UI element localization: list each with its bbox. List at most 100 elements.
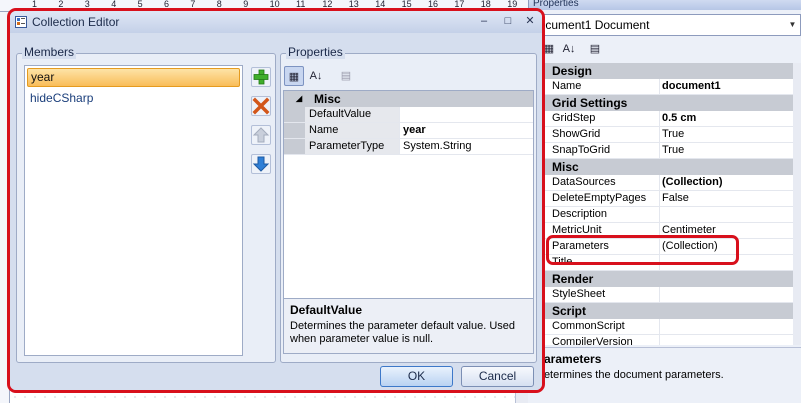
property-category[interactable]: Design <box>540 63 793 79</box>
property-name: SnapToGrid <box>540 143 660 158</box>
property-row[interactable]: GridStep 0.5 cm <box>540 111 793 127</box>
object-selector[interactable]: document1 Document <box>529 14 786 36</box>
row-gutter <box>284 107 305 122</box>
dialog-body: Members year hideCSharp Properties ▦ A↓ … <box>10 33 542 390</box>
property-value[interactable] <box>660 319 793 334</box>
remove-icon <box>252 97 270 115</box>
property-value[interactable]: 0.5 cm <box>660 111 793 126</box>
member-item[interactable]: year <box>27 68 240 87</box>
property-row[interactable]: MetricUnit Centimeter <box>540 223 793 239</box>
minimize-icon[interactable]: – <box>476 14 492 29</box>
property-category[interactable]: Render <box>540 271 793 287</box>
property-grid: Design Name document1 Grid Settings GridStep… <box>540 63 793 345</box>
property-name: CommonScript <box>540 319 660 334</box>
property-value[interactable]: document1 <box>660 79 793 94</box>
property-row[interactable]: SnapToGrid True <box>540 143 793 159</box>
add-icon <box>253 69 269 85</box>
property-name: ShowGrid <box>540 127 660 142</box>
editor-property-value[interactable]: System.String <box>400 139 533 154</box>
property-name: MetricUnit <box>540 223 660 238</box>
property-grid-scrollbar[interactable] <box>793 63 801 345</box>
properties-toolbar: ▦ A↓ ▤ <box>529 38 801 60</box>
property-value[interactable] <box>660 255 793 270</box>
dialog-titlebar[interactable]: Collection Editor – □ ✕ <box>10 11 542 33</box>
property-value[interactable]: Centimeter <box>660 223 793 238</box>
close-icon[interactable]: ✕ <box>522 14 538 29</box>
remove-button[interactable] <box>251 96 271 116</box>
members-label: Members <box>22 45 77 59</box>
property-value[interactable]: True <box>660 127 793 142</box>
property-pages-icon[interactable]: ▤ <box>585 40 605 58</box>
property-value[interactable]: (Collection) <box>660 239 793 254</box>
property-row[interactable]: StyleSheet <box>540 287 793 303</box>
collection-editor-icon <box>15 16 27 28</box>
property-name: CompilerVersion <box>540 335 660 345</box>
property-category[interactable]: Script <box>540 303 793 319</box>
editor-property-value[interactable]: year <box>400 123 533 138</box>
property-row[interactable]: Title <box>540 255 793 271</box>
dialog-title: Collection Editor <box>32 15 120 29</box>
property-value[interactable]: False <box>660 191 793 206</box>
property-row[interactable]: ShowGrid True <box>540 127 793 143</box>
row-gutter <box>284 139 305 154</box>
move-up-icon <box>252 127 270 143</box>
property-value[interactable] <box>660 287 793 302</box>
editor-property-grid: ◢ Misc DefaultValue Name year ParameterType Sy… <box>283 90 534 299</box>
collapse-triangle-icon[interactable]: ◢ <box>296 91 302 107</box>
property-name: DeleteEmptyPages <box>540 191 660 206</box>
editor-toolbar: ▦ A↓ ▤ <box>284 65 534 87</box>
cancel-button[interactable]: Cancel <box>461 366 534 387</box>
property-name: Title <box>540 255 660 270</box>
property-name: Name <box>540 79 660 94</box>
property-description-text: Determines the document parameters. <box>536 369 724 381</box>
property-name: StyleSheet <box>540 287 660 302</box>
editor-property-row[interactable]: ParameterType System.String <box>284 139 533 155</box>
member-item[interactable]: hideCSharp <box>27 89 240 108</box>
editor-property-name: Name <box>305 123 400 138</box>
editor-property-row[interactable]: DefaultValue <box>284 107 533 123</box>
row-gutter <box>284 123 305 138</box>
members-list[interactable]: year hideCSharp <box>24 65 243 356</box>
chevron-down-icon[interactable]: ▼ <box>785 14 801 36</box>
properties-panel-title: Properties <box>529 0 801 10</box>
editor-category[interactable]: ◢ Misc <box>284 91 533 107</box>
property-value[interactable]: (Collection) <box>660 175 793 190</box>
move-down-button[interactable] <box>251 154 271 174</box>
editor-property-name: ParameterType <box>305 139 400 154</box>
property-description: Parameters Determines the document param… <box>528 347 801 403</box>
editor-category-label: Misc <box>314 92 341 106</box>
property-name: DataSources <box>540 175 660 190</box>
property-name: GridStep <box>540 111 660 126</box>
alphabetical-icon[interactable]: A↓ <box>559 40 579 58</box>
editor-property-name: DefaultValue <box>305 107 400 122</box>
property-row[interactable]: Description <box>540 207 793 223</box>
property-value[interactable] <box>660 207 793 222</box>
add-button[interactable] <box>251 67 271 87</box>
property-name: Parameters <box>540 239 660 254</box>
property-value[interactable] <box>660 335 793 345</box>
property-category[interactable]: Misc <box>540 159 793 175</box>
editor-description-title: DefaultValue <box>290 303 363 317</box>
property-row[interactable]: Parameters (Collection) <box>540 239 793 255</box>
move-up-button[interactable] <box>251 125 271 145</box>
editor-property-row[interactable]: Name year <box>284 123 533 139</box>
property-row[interactable]: DataSources (Collection) <box>540 175 793 191</box>
editor-description: DefaultValue Determines the parameter de… <box>283 298 534 354</box>
property-row[interactable]: DeleteEmptyPages False <box>540 191 793 207</box>
property-row[interactable]: Name document1 <box>540 79 793 95</box>
categorized-icon[interactable]: ▦ <box>284 66 304 86</box>
property-pages-icon[interactable]: ▤ <box>336 66 356 86</box>
move-down-icon <box>252 156 270 172</box>
alphabetical-icon[interactable]: A↓ <box>306 66 326 86</box>
property-row[interactable]: CommonScript <box>540 319 793 335</box>
property-category[interactable]: Grid Settings <box>540 95 793 111</box>
property-row[interactable]: CompilerVersion <box>540 335 793 345</box>
property-name: Description <box>540 207 660 222</box>
editor-description-text: Determines the parameter default value. … <box>290 320 516 345</box>
property-value[interactable]: True <box>660 143 793 158</box>
properties-label: Properties <box>286 45 345 59</box>
ok-button[interactable]: OK <box>380 366 453 387</box>
maximize-icon[interactable]: □ <box>500 14 516 29</box>
editor-property-value[interactable] <box>400 107 533 122</box>
collection-editor-dialog: Collection Editor – □ ✕ Members year hide… <box>7 8 545 393</box>
